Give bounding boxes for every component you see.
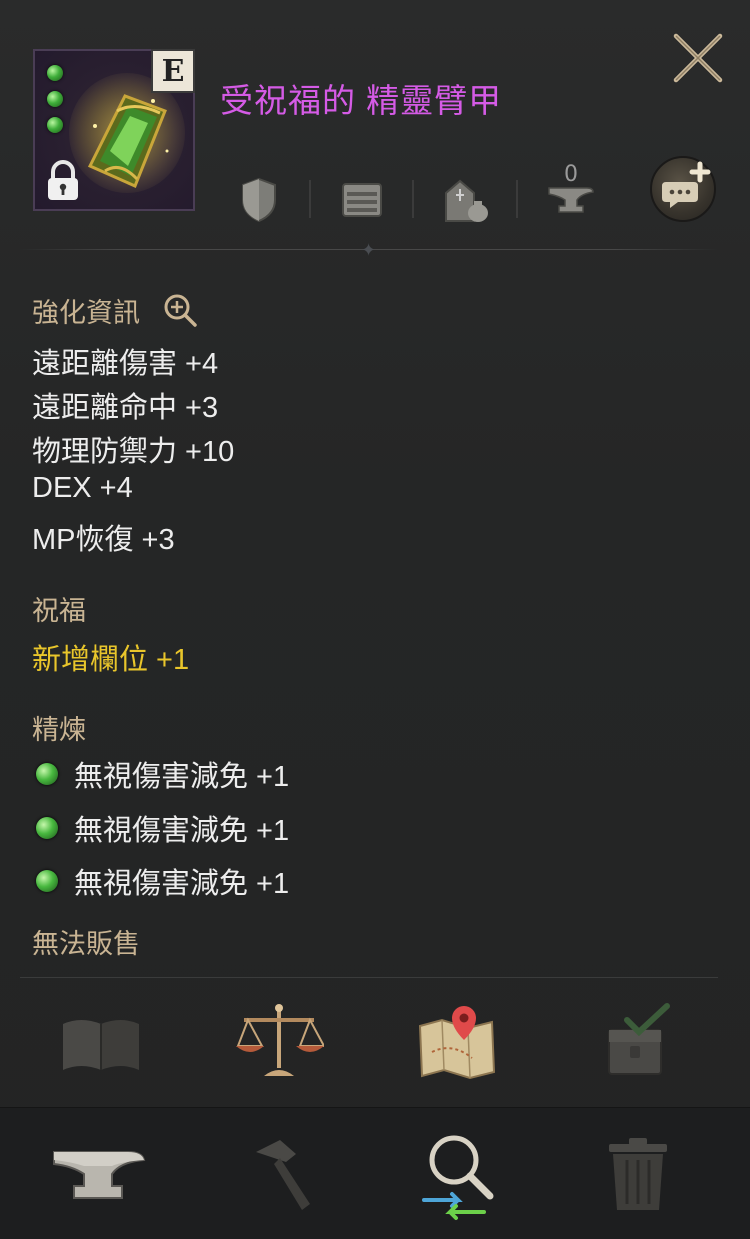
enhance-button[interactable] — [48, 1128, 148, 1220]
enhance-stat: 遠距離傷害 +4 — [32, 348, 219, 380]
enhance-stat: 遠距離命中 +3 — [32, 392, 219, 424]
item-icon[interactable]: E — [33, 49, 195, 211]
divider-ornament: ✦ — [361, 240, 377, 261]
blessing-title: 祝福 — [32, 596, 86, 626]
book-icon — [63, 1020, 139, 1070]
refine-line: 無視傷害減免 +1 — [36, 865, 289, 900]
enhance-stat: 物理防禦力 +10 — [32, 436, 235, 468]
chat-add-icon — [662, 161, 711, 208]
chest-check-icon — [608, 1003, 670, 1075]
header-separator — [516, 180, 518, 218]
craft-button[interactable] — [232, 1128, 332, 1220]
chest-icon[interactable] — [337, 172, 387, 228]
compare-button[interactable] — [234, 1000, 324, 1084]
storage-check-button[interactable] — [592, 1000, 682, 1084]
anvil-icon — [53, 1151, 146, 1199]
shield-icon[interactable] — [234, 172, 284, 228]
gem-slot-dot — [47, 91, 63, 107]
gem-slot-dot — [47, 117, 63, 133]
enhance-stat: DEX +4 — [32, 472, 133, 504]
enhance-title: 強化資訊 — [32, 298, 140, 328]
blessing-line: 新增欄位 +1 — [32, 644, 190, 676]
green-gem-icon — [36, 870, 58, 892]
grade-badge: E — [151, 49, 195, 93]
delete-button[interactable] — [588, 1128, 688, 1220]
refine-text: 無視傷害減免 +1 — [74, 815, 290, 847]
green-gem-icon — [36, 817, 58, 839]
footer-toolbar — [0, 1107, 750, 1239]
magnifier-swap-icon — [422, 1135, 494, 1220]
lock-icon[interactable] — [43, 159, 83, 203]
search-swap-button[interactable] — [412, 1128, 512, 1220]
refine-text: 無視傷害減免 +1 — [74, 868, 290, 900]
enhance-stat: MP恢復 +3 — [32, 524, 175, 556]
anvil-icon[interactable] — [546, 172, 596, 228]
trash-icon — [609, 1138, 667, 1210]
refine-line: 無視傷害減免 +1 — [36, 812, 289, 847]
gem-slot-dot — [47, 65, 63, 81]
item-name: 受祝福的 精靈臂甲 — [220, 82, 503, 119]
refine-text: 無視傷害減免 +1 — [74, 761, 290, 793]
scale-icon — [236, 1004, 324, 1076]
header-separator — [309, 180, 311, 218]
unsellable-note: 無法販售 — [32, 929, 140, 959]
refine-title: 精煉 — [32, 715, 86, 745]
close-icon[interactable] — [668, 28, 728, 88]
green-gem-icon — [36, 763, 58, 785]
item-detail-panel: E 受祝福的 精靈臂甲 0 ✦ 強化資訊 遠距離傷害 +4 遠距離命中 +3 物… — [0, 0, 750, 1239]
refine-line: 無視傷害減免 +1 — [36, 758, 289, 793]
storage-bag-icon[interactable] — [440, 172, 490, 228]
actions-divider — [20, 977, 718, 978]
book-button[interactable] — [56, 1000, 146, 1084]
map-location-button[interactable] — [412, 1000, 502, 1084]
header-separator — [412, 180, 414, 218]
hammer-icon — [256, 1140, 310, 1210]
chat-add-button[interactable] — [650, 156, 716, 222]
zoom-in-icon[interactable] — [162, 292, 198, 328]
map-icon — [418, 1006, 496, 1080]
